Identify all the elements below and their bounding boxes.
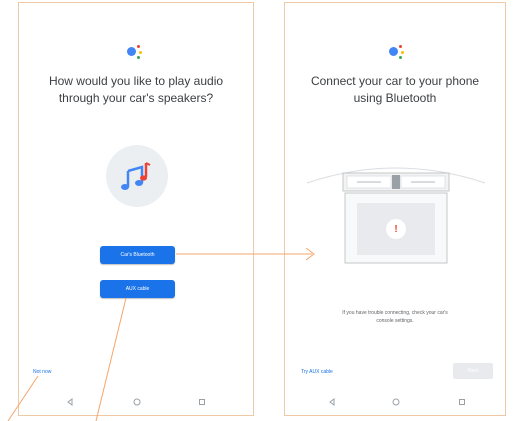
callout-line-not-now bbox=[7, 375, 39, 421]
callout-line-aux bbox=[95, 297, 127, 421]
flow-annotations bbox=[7, 247, 315, 421]
